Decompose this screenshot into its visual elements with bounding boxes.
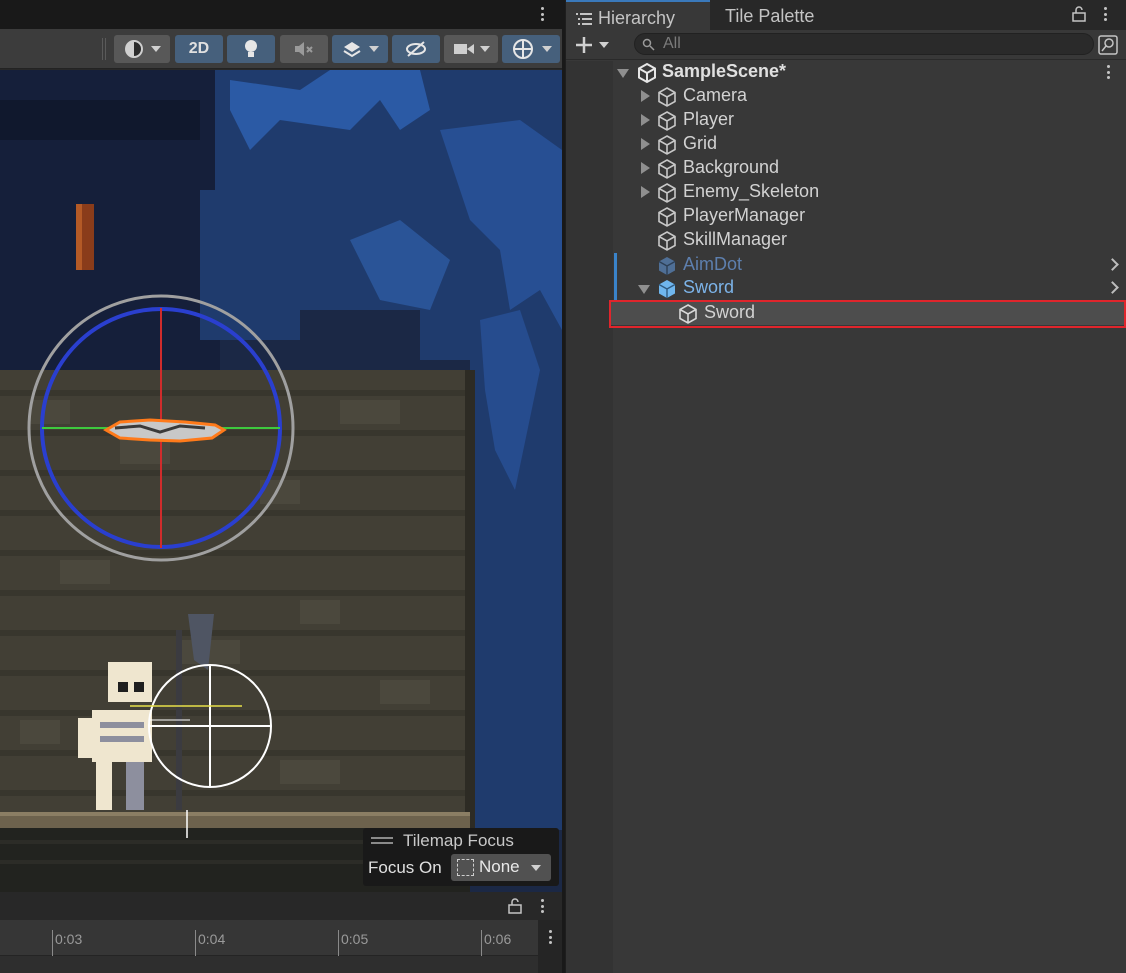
foldout-collapsed-icon[interactable] [641, 90, 650, 102]
animation-timeline[interactable]: 0:03 0:04 0:05 0:06 [0, 920, 562, 973]
hierarchy-item-label: Enemy_Skeleton [683, 181, 820, 201]
foldout-collapsed-icon[interactable] [641, 162, 650, 174]
scene-row-kebab-icon[interactable] [1102, 63, 1114, 81]
camera-icon [453, 44, 474, 54]
timeline-ruler[interactable]: 0:03 0:04 0:05 0:06 [0, 920, 538, 956]
focus-on-label: Focus On [368, 858, 442, 877]
gameobject-cube-icon [658, 183, 676, 203]
scene-view-panel: 2D Tilemap Focus Focus On None 0:03 0:04… [0, 0, 562, 973]
gameobject-cube-icon [658, 87, 676, 107]
hierarchy-menu-kebab-icon[interactable] [1099, 5, 1111, 23]
dropdown-caret-icon [531, 865, 541, 871]
scene-root-row[interactable]: SampleScene* [566, 60, 1126, 84]
scene-viewport[interactable] [0, 70, 562, 892]
hierarchy-item-camera[interactable]: Camera [566, 84, 1126, 108]
hierarchy-item-background[interactable]: Background [566, 156, 1126, 180]
gameobject-cube-icon [658, 231, 676, 251]
timeline-tick: 0:04 [195, 930, 225, 956]
foldout-collapsed-icon[interactable] [641, 186, 650, 198]
search-by-scene-icon[interactable] [1098, 35, 1118, 55]
hierarchy-item-label: AimDot [683, 254, 743, 274]
lighting-toggle[interactable] [227, 35, 275, 63]
tab-tile-palette[interactable]: Tile Palette [725, 0, 845, 30]
overlay-drag-handle[interactable] [371, 837, 393, 847]
hierarchy-item-aimdot[interactable]: AimDot [566, 253, 1126, 277]
gameobject-cube-icon [658, 207, 676, 227]
scene-camera-dropdown[interactable] [444, 35, 498, 63]
scene-toolbar: 2D [0, 29, 562, 69]
gameobject-cube-icon [658, 135, 676, 155]
scene-menu-kebab-icon[interactable] [536, 5, 548, 23]
visibility-icon [406, 41, 426, 57]
focus-none-icon [457, 859, 474, 876]
scene-unity-icon [638, 62, 656, 84]
hierarchy-item-player[interactable]: Player [566, 108, 1126, 132]
hierarchy-item-label: Background [683, 157, 780, 177]
foldout-expanded-icon[interactable] [617, 69, 629, 78]
hierarchy-tab-bar: Hierarchy Tile Palette [566, 0, 1126, 30]
create-dropdown[interactable] [574, 33, 616, 57]
prefab-override-marker [614, 253, 617, 277]
scene-name: SampleScene* [662, 61, 787, 81]
tilemap-focus-title: Tilemap Focus [403, 831, 514, 850]
hierarchy-item-label: Player [683, 109, 735, 129]
focus-on-dropdown[interactable]: None [451, 854, 551, 881]
tab-hierarchy[interactable]: Hierarchy [566, 0, 710, 30]
timeline-header [0, 892, 562, 920]
timeline-menu-kebab-icon[interactable] [536, 897, 548, 915]
hierarchy-item-skill-manager[interactable]: SkillManager [566, 228, 1126, 252]
hierarchy-item-label: PlayerManager [683, 205, 806, 225]
hierarchy-item-sword[interactable]: Sword [566, 276, 1126, 300]
scene-artwork [0, 70, 562, 892]
hierarchy-item-grid[interactable]: Grid [566, 132, 1126, 156]
hierarchy-item-label: SkillManager [683, 229, 788, 249]
shading-mode-dropdown[interactable] [114, 35, 170, 63]
hierarchy-panel: Hierarchy Tile Palette All SampleScene* … [565, 0, 1126, 973]
foldout-collapsed-icon[interactable] [641, 114, 650, 126]
timeline-tick: 0:05 [338, 930, 368, 956]
toolbar-grip [102, 38, 106, 60]
audio-toggle[interactable] [280, 35, 328, 63]
search-placeholder: All [663, 35, 681, 52]
gizmos-icon [513, 39, 533, 59]
timeline-scrollbar[interactable] [538, 920, 562, 973]
prefab-cube-icon [658, 257, 676, 275]
hierarchy-item-label: Camera [683, 85, 748, 105]
shading-mode-icon [125, 40, 143, 58]
timeline-options-kebab-icon[interactable] [544, 928, 556, 946]
hierarchy-item-enemy-skeleton[interactable]: Enemy_Skeleton [566, 180, 1126, 204]
lighting-icon [245, 40, 257, 57]
prefab-cube-icon [658, 280, 676, 298]
effects-dropdown[interactable] [332, 35, 388, 63]
selection-highlight-outline [609, 300, 1126, 328]
plus-icon [576, 37, 592, 53]
hierarchy-item-label: Sword [683, 277, 735, 297]
scene-visibility-toggle[interactable] [392, 35, 440, 63]
lock-icon[interactable] [1072, 6, 1086, 22]
prefab-override-marker [614, 276, 617, 300]
toggle-2d-button[interactable]: 2D [175, 35, 223, 63]
effects-icon [343, 42, 361, 58]
hierarchy-item-player-manager[interactable]: PlayerManager [566, 204, 1126, 228]
gizmos-dropdown[interactable] [502, 35, 560, 63]
tilemap-focus-overlay: Tilemap Focus Focus On None [363, 828, 559, 886]
scene-tab-bar [0, 0, 562, 29]
gameobject-cube-icon [658, 159, 676, 179]
gameobject-cube-icon [658, 111, 676, 131]
foldout-collapsed-icon[interactable] [641, 138, 650, 150]
audio-mute-icon [295, 42, 313, 56]
foldout-expanded-icon[interactable] [638, 285, 650, 294]
search-icon [642, 38, 655, 51]
hierarchy-item-label: Grid [683, 133, 718, 153]
timeline-tick: 0:06 [481, 930, 511, 956]
tab-hierarchy-label: Hierarchy [598, 8, 676, 28]
search-input[interactable]: All [634, 33, 1094, 55]
focus-on-value: None [479, 857, 520, 876]
list-icon [576, 13, 592, 26]
timeline-tick: 0:03 [52, 930, 82, 956]
hierarchy-toolbar: All [566, 30, 1126, 60]
lock-icon[interactable] [508, 898, 522, 914]
open-prefab-chevron-icon[interactable] [1106, 258, 1119, 271]
open-prefab-chevron-icon[interactable] [1106, 281, 1119, 294]
